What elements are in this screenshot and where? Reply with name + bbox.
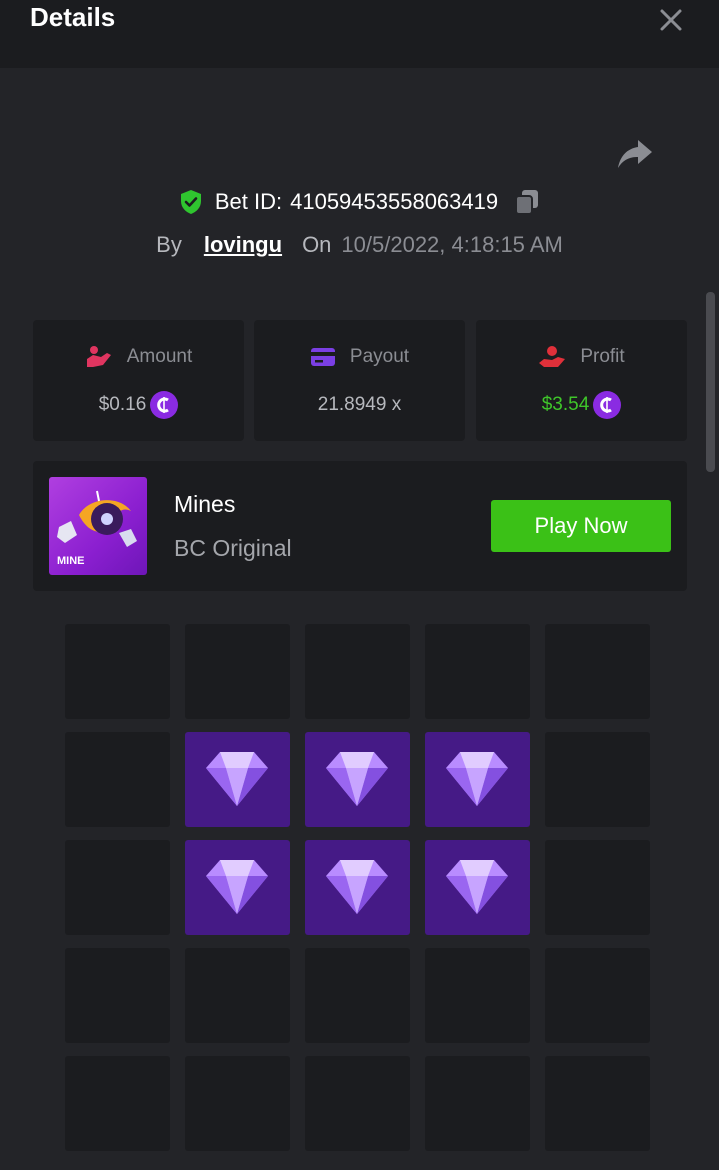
- gem-tile: [185, 840, 290, 935]
- gem-icon: [326, 752, 388, 806]
- amount-label: Amount: [126, 346, 193, 367]
- on-label: On: [302, 232, 332, 257]
- gem-icon: [446, 860, 508, 914]
- username-link[interactable]: lovingu: [204, 232, 282, 258]
- play-now-button[interactable]: Play Now: [491, 500, 671, 552]
- hidden-tile: [65, 1056, 170, 1151]
- hidden-tile: [185, 624, 290, 719]
- hidden-tile: [425, 948, 530, 1043]
- hidden-tile: [185, 948, 290, 1043]
- gem-tile: [305, 840, 410, 935]
- gem-icon: [206, 860, 268, 914]
- bet-id-value: 41059453558063419: [290, 189, 499, 214]
- payout-card: Payout 21.8949 x: [254, 320, 465, 441]
- gem-tile: [425, 732, 530, 827]
- hidden-tile: [545, 1056, 650, 1151]
- bet-date: 10/5/2022, 4:18:15 AM: [341, 232, 563, 257]
- bc-coin-icon: [593, 391, 622, 419]
- bc-coin-icon: [150, 391, 179, 419]
- profit-label: Profit: [580, 346, 625, 367]
- share-icon[interactable]: [617, 138, 653, 170]
- payout-label: Payout: [349, 346, 410, 367]
- game-thumbnail[interactable]: MINE: [49, 477, 147, 575]
- copy-icon[interactable]: [514, 188, 540, 216]
- hidden-tile: [545, 948, 650, 1043]
- bet-author-row: By lovingu On 10/5/2022, 4:18:15 AM: [0, 230, 719, 260]
- hidden-tile: [65, 948, 170, 1043]
- game-name: Mines: [174, 491, 236, 517]
- header-bar: Details: [0, 0, 719, 68]
- close-icon[interactable]: [656, 5, 686, 35]
- profit-card: Profit $3.54: [476, 320, 687, 441]
- profit-hand-icon: [539, 346, 566, 367]
- gem-icon: [446, 752, 508, 806]
- by-label: By: [156, 232, 182, 257]
- hidden-tile: [425, 624, 530, 719]
- game-card: MINE Mines BC Original Play Now: [33, 461, 687, 591]
- amount-card: Amount $0.16: [33, 320, 244, 441]
- bet-id-row: Bet ID: 41059453558063419: [0, 185, 719, 219]
- wallet-card-icon: [310, 348, 335, 366]
- hidden-tile: [65, 840, 170, 935]
- amount-hand-icon: [86, 346, 111, 367]
- hidden-tile: [545, 840, 650, 935]
- amount-value: $0.16: [98, 394, 147, 415]
- page-title: Details: [30, 2, 116, 32]
- scrollbar-thumb[interactable]: [706, 292, 715, 472]
- hidden-tile: [185, 1056, 290, 1151]
- hidden-tile: [425, 1056, 530, 1151]
- hidden-tile: [305, 948, 410, 1043]
- hidden-tile: [545, 732, 650, 827]
- hidden-tile: [545, 624, 650, 719]
- hidden-tile: [305, 1056, 410, 1151]
- gem-tile: [425, 840, 530, 935]
- hidden-tile: [65, 624, 170, 719]
- game-subtitle: BC Original: [174, 535, 292, 561]
- payout-value: 21.8949 x: [317, 394, 402, 415]
- profit-value: $3.54: [541, 394, 590, 415]
- hidden-tile: [65, 732, 170, 827]
- gem-icon: [326, 860, 388, 914]
- verified-shield-icon: [180, 190, 201, 214]
- game-thumbnail-label: MINE: [57, 555, 85, 567]
- hidden-tile: [305, 624, 410, 719]
- gem-icon: [206, 752, 268, 806]
- gem-tile: [305, 732, 410, 827]
- bet-id-label: Bet ID:: [214, 189, 283, 214]
- gem-tile: [185, 732, 290, 827]
